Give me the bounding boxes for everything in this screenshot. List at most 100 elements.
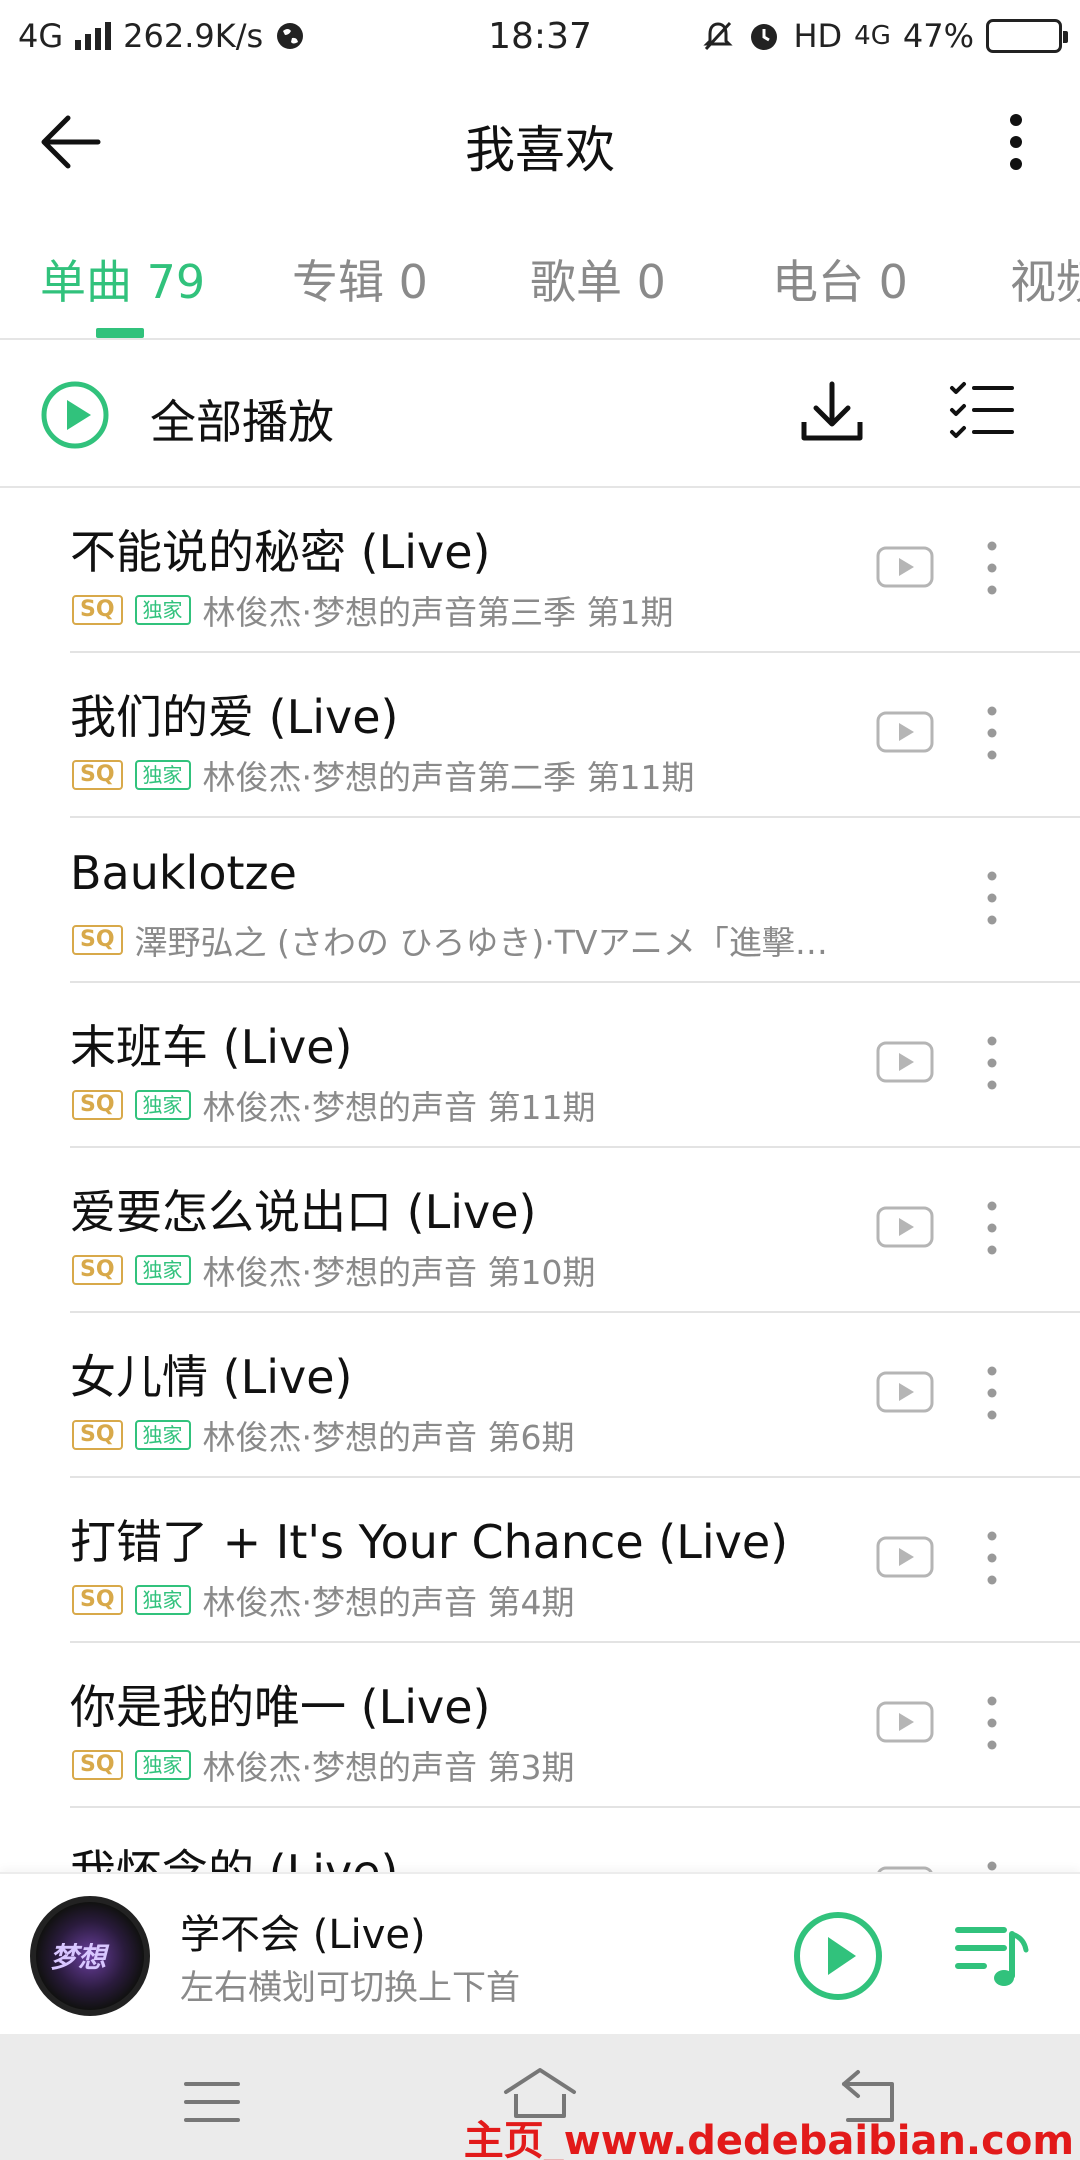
song-artist-album: 林俊杰·梦想的声音 第3期 [202, 1748, 575, 1787]
song-title: 我们的爱 (Live) [70, 690, 399, 744]
exclusive-badge: 独家 [134, 1420, 191, 1450]
song-title: 不能说的秘密 (Live) [70, 525, 491, 579]
mv-video-icon[interactable] [876, 1371, 934, 1413]
song-subtitle-row: SQ 独家 林俊杰·梦想的声音 第11期 [72, 1081, 596, 1129]
status-right: HD 4G 47% [701, 17, 1068, 55]
song-item[interactable]: 女儿情 (Live) SQ 独家 林俊杰·梦想的声音 第6期 [0, 1313, 1080, 1478]
download-icon[interactable] [796, 376, 868, 448]
play-circle-icon[interactable] [40, 380, 110, 450]
multi-select-icon[interactable] [946, 376, 1018, 448]
song-item[interactable]: 打错了 + It's Your Chance (Live) SQ 独家 林俊杰·梦想的… [0, 1478, 1080, 1643]
more-vertical-icon [1010, 114, 1022, 170]
watermark: 主页_www.dedebaibian.com [463, 2118, 1074, 2160]
sq-badge: SQ [72, 1090, 123, 1120]
song-artist-album: 林俊杰·梦想的声音第二季 第11期 [202, 758, 695, 797]
song-title: 我怀念的 (Live) [70, 1845, 399, 1872]
song-artist-album: 林俊杰·梦想的声音 第10期 [202, 1253, 596, 1292]
song-subtitle-row: SQ 独家 林俊杰·梦想的声音 第3期 [72, 1741, 575, 1789]
battery-percent: 47% [902, 17, 974, 55]
song-more-icon[interactable] [972, 1035, 1012, 1091]
song-title: 末班车 (Live) [70, 1020, 353, 1074]
mv-video-icon[interactable] [876, 711, 934, 753]
mini-player[interactable]: 梦想 学不会 (Live) 左右横划可切换上下首 [0, 1872, 1080, 2034]
exclusive-badge: 独家 [134, 1255, 191, 1285]
network-speed: 262.9K/s [123, 17, 264, 55]
tab-indicator [96, 328, 144, 338]
song-more-icon[interactable] [972, 870, 1012, 926]
mute-bell-icon [703, 21, 734, 51]
tab-songs[interactable]: 单曲 79 [40, 246, 205, 312]
play-all-row[interactable]: 全部播放 [0, 340, 1080, 488]
song-title: 爱要怎么说出口 (Live) [70, 1185, 537, 1239]
sq-badge: SQ [72, 760, 123, 790]
mv-video-icon[interactable] [876, 1536, 934, 1578]
song-artist-album: 林俊杰·梦想的声音第三季 第1期 [202, 593, 674, 632]
more-options-button[interactable] [976, 102, 1056, 182]
song-artist-album: 澤野弘之 (さわの ひろゆき)·TVアニメ「進擊… [134, 923, 828, 962]
sq-badge: SQ [72, 595, 123, 625]
song-title: Bauklotze [70, 846, 297, 900]
title-bar: 我喜欢 [0, 72, 1080, 212]
exclusive-badge: 独家 [134, 595, 191, 625]
mv-video-icon[interactable] [876, 546, 934, 588]
song-item[interactable]: 我们的爱 (Live) SQ 独家 林俊杰·梦想的声音第二季 第11期 [0, 653, 1080, 818]
song-item[interactable]: 爱要怎么说出口 (Live) SQ 独家 林俊杰·梦想的声音 第10期 [0, 1148, 1080, 1313]
mv-video-icon[interactable] [876, 1701, 934, 1743]
now-playing-title: 学不会 (Live) [180, 1912, 426, 1958]
song-subtitle-row: SQ 澤野弘之 (さわの ひろゆき)·TVアニメ「進擊… [72, 916, 828, 964]
tab-bar: 单曲 79 专辑 0 歌单 0 电台 0 视频 [0, 212, 1080, 340]
song-item[interactable]: 你是我的唯一 (Live) SQ 独家 林俊杰·梦想的声音 第3期 [0, 1643, 1080, 1808]
play-all-label[interactable]: 全部播放 [150, 386, 334, 452]
tab-playlists[interactable]: 歌单 0 [530, 246, 666, 312]
song-item[interactable]: 末班车 (Live) SQ 独家 林俊杰·梦想的声音 第11期 [0, 983, 1080, 1148]
song-subtitle-row: SQ 独家 林俊杰·梦想的声音 第4期 [72, 1576, 575, 1624]
song-artist-album: 林俊杰·梦想的声音 第6期 [202, 1418, 575, 1457]
sq-badge: SQ [72, 925, 123, 955]
hd-label: HD [793, 17, 843, 55]
song-item[interactable]: 不能说的秘密 (Live) SQ 独家 林俊杰·梦想的声音第三季 第1期 [0, 488, 1080, 653]
song-title: 打错了 + It's Your Chance (Live) [70, 1515, 789, 1569]
album-cover[interactable]: 梦想 [30, 1896, 150, 2016]
exclusive-badge: 独家 [134, 1090, 191, 1120]
mv-video-icon[interactable] [876, 1206, 934, 1248]
song-artist-album: 林俊杰·梦想的声音 第11期 [202, 1088, 596, 1127]
song-more-icon[interactable] [972, 1695, 1012, 1751]
network-type: 4G [18, 17, 64, 55]
page-title: 我喜欢 [465, 121, 615, 179]
song-item[interactable]: 我怀念的 (Live)SQ独家 [0, 1808, 1080, 1872]
network-type-2: 4G [854, 21, 891, 51]
song-subtitle-row: SQ 独家 林俊杰·梦想的声音第二季 第11期 [72, 751, 695, 799]
menu-icon[interactable] [180, 2070, 244, 2134]
signal-icon [75, 22, 112, 50]
song-more-icon[interactable] [972, 1200, 1012, 1256]
play-button[interactable] [792, 1910, 884, 2002]
mv-video-icon[interactable] [876, 1041, 934, 1083]
song-more-icon[interactable] [972, 1860, 1012, 1872]
tab-radio[interactable]: 电台 0 [772, 246, 908, 312]
tab-videos[interactable]: 视频 [1010, 246, 1080, 312]
song-subtitle-row: SQ 独家 林俊杰·梦想的声音 第6期 [72, 1411, 575, 1459]
battery-icon [986, 19, 1068, 53]
cover-text: 梦想 [50, 1941, 107, 1974]
exclusive-badge: 独家 [134, 1750, 191, 1780]
exclusive-badge: 独家 [134, 1585, 191, 1615]
song-title: 女儿情 (Live) [70, 1350, 353, 1404]
song-subtitle-row: SQ 独家 林俊杰·梦想的声音第三季 第1期 [72, 586, 674, 634]
song-more-icon[interactable] [972, 540, 1012, 596]
sq-badge: SQ [72, 1750, 123, 1780]
song-item[interactable]: Bauklotze SQ 澤野弘之 (さわの ひろゆき)·TVアニメ「進擊… [0, 818, 1080, 983]
song-list: 不能说的秘密 (Live) SQ 独家 林俊杰·梦想的声音第三季 第1期 我们的爱 (L… [0, 488, 1080, 1872]
song-more-icon[interactable] [972, 1365, 1012, 1421]
sq-badge: SQ [72, 1255, 123, 1285]
status-left: 4G 262.9K/s [18, 17, 305, 55]
globe-icon [277, 23, 304, 49]
exclusive-badge: 独家 [134, 760, 191, 790]
song-subtitle-row: SQ 独家 林俊杰·梦想的声音 第10期 [72, 1246, 596, 1294]
tab-albums[interactable]: 专辑 0 [292, 246, 428, 312]
playlist-queue-icon[interactable] [954, 1920, 1030, 1992]
song-title: 你是我的唯一 (Live) [70, 1680, 491, 1734]
song-more-icon[interactable] [972, 705, 1012, 761]
song-more-icon[interactable] [972, 1530, 1012, 1586]
status-bar: 4G 262.9K/s 18:37 HD 4G 47% [0, 0, 1080, 72]
navigation-bar: 主页_www.dedebaibian.com [0, 2034, 1080, 2160]
